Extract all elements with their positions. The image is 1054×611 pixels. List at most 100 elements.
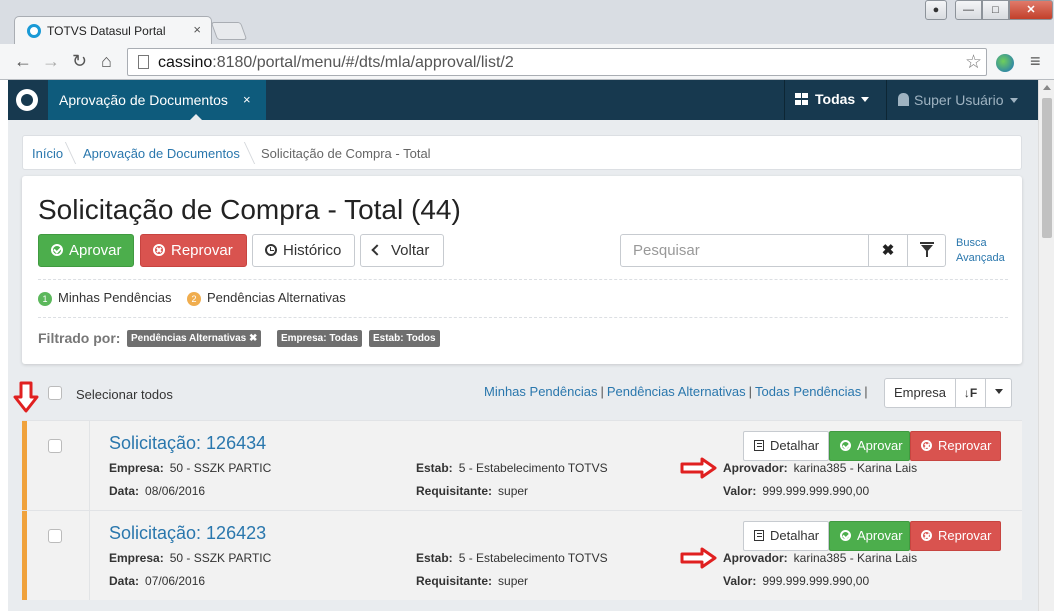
aprovar-item-label: Aprovar (857, 438, 903, 453)
search-group: ✖ (620, 234, 946, 267)
link-minhas-pendencias[interactable]: Minhas Pendências (484, 384, 597, 399)
request-checkbox[interactable] (48, 529, 62, 543)
empresa-value: 50 - SSZK PARTIC (169, 461, 272, 475)
historico-button[interactable]: Histórico (252, 234, 355, 267)
filter-label: Filtrado por: (38, 330, 121, 346)
aprovar-item-button[interactable]: Aprovar (829, 521, 910, 551)
profile-icon[interactable]: ● (925, 0, 947, 20)
x-circle-icon (921, 530, 932, 541)
totvs-logo-icon[interactable] (16, 89, 38, 111)
empresa-label: Empresa: (109, 461, 164, 475)
aprovar-item-label: Aprovar (857, 528, 903, 543)
requisitante-field: Requisitante: super (416, 484, 528, 498)
browser-tab-title: TOTVS Datasul Portal (47, 24, 166, 38)
filter-chip-empresa[interactable]: Empresa: Todas (277, 330, 363, 347)
filter-chip-estab[interactable]: Estab: Todos (369, 330, 440, 347)
todas-label: Todas (815, 91, 856, 107)
reprovar-button[interactable]: Reprovar (140, 234, 247, 267)
caret-down-icon (995, 389, 1003, 394)
close-window-button[interactable]: ✕ (1009, 0, 1053, 20)
valor-value: 999.999.999.990,00 (762, 574, 870, 588)
link-separator: | (600, 384, 604, 399)
reprovar-item-button[interactable]: Reprovar (910, 431, 1001, 461)
clear-search-icon[interactable]: ✖ (868, 235, 907, 266)
bookmark-star-icon[interactable]: ☆ (965, 51, 982, 74)
request-title-link[interactable]: Solicitação: 126423 (109, 523, 266, 544)
minimize-button[interactable]: — (955, 0, 982, 20)
maximize-button[interactable]: □ (982, 0, 1009, 20)
voltar-button[interactable]: Voltar (360, 234, 444, 267)
valor-value: 999.999.999.990,00 (762, 484, 870, 498)
filter-button[interactable] (907, 235, 945, 266)
data-label: Data: (109, 574, 140, 588)
requisitante-value: super (498, 484, 529, 498)
todas-menu[interactable]: Todas (795, 91, 870, 107)
browser-toolbar: ← → ↻ ⌂ cassino:8180/portal/menu/#/dts/m… (0, 44, 1054, 80)
filter-chip-pendencias[interactable]: Pendências Alternativas ✖ (127, 330, 262, 347)
totvs-favicon-icon (27, 24, 41, 38)
reprovar-item-label: Reprovar (938, 528, 992, 543)
estab-field: Estab: 5 - Estabelecimento TOTVS (416, 551, 608, 565)
page-icon (138, 55, 149, 69)
breadcrumb-aprovacao[interactable]: Aprovação de Documentos (83, 146, 240, 161)
url-text[interactable]: cassino:8180/portal/menu/#/dts/mla/appro… (158, 54, 514, 72)
link-separator: | (748, 384, 753, 399)
data-value: 07/06/2016 (145, 574, 206, 588)
busca-avancada-link[interactable]: Busca Avançada (956, 236, 1005, 266)
sort-field-button[interactable]: Empresa (885, 379, 955, 407)
aprovar-button[interactable]: Aprovar (38, 234, 134, 267)
url-path: :8180/portal/menu/#/dts/mla/approval/lis… (212, 54, 514, 71)
select-all-label: Selecionar todos (76, 387, 173, 402)
valor-label: Valor: (723, 574, 757, 588)
empresa-field: Empresa: 50 - SSZK PARTIC (109, 461, 271, 475)
clock-icon (265, 244, 277, 256)
scroll-up-icon[interactable] (1043, 85, 1051, 90)
sort-order-icon[interactable]: ↓F (955, 379, 985, 407)
browser-menu-icon[interactable]: ≡ (1030, 51, 1041, 72)
tab-close-icon[interactable]: × (193, 22, 201, 37)
card-divider (89, 421, 90, 510)
breadcrumb-current: Solicitação de Compra - Total (261, 146, 431, 161)
data-field: Data: 07/06/2016 (109, 574, 205, 588)
search-input[interactable] (621, 235, 869, 266)
extension-globe-icon[interactable] (996, 54, 1014, 72)
detalhar-button[interactable]: Detalhar (743, 431, 829, 461)
link-todas-pendencias[interactable]: Todas Pendências (755, 384, 861, 399)
valor-field: Valor: 999.999.999.990,00 (723, 574, 869, 588)
select-all-checkbox[interactable] (48, 386, 62, 400)
aprovar-item-button[interactable]: Aprovar (829, 431, 910, 461)
scroll-thumb[interactable] (1042, 98, 1052, 238)
legend-pendencias-alternativas: 2 Pendências Alternativas (187, 290, 346, 306)
legend-dot-2: 2 (187, 292, 201, 306)
document-icon (754, 440, 764, 451)
estab-label: Estab: (416, 551, 453, 565)
aprovador-label: Aprovador: (723, 551, 788, 565)
app-tab-close-icon[interactable]: × (243, 92, 251, 107)
reload-icon[interactable]: ↻ (72, 51, 87, 71)
new-tab-button[interactable] (210, 22, 248, 40)
divider (38, 317, 1008, 318)
address-bar[interactable]: cassino:8180/portal/menu/#/dts/mla/appro… (127, 48, 987, 76)
forward-arrow-icon[interactable]: → (42, 51, 60, 71)
annotation-arrow-right-icon (680, 457, 717, 479)
tab-aprovacao-documentos[interactable]: Aprovação de Documentos × (48, 80, 266, 120)
page-scrollbar[interactable] (1038, 80, 1054, 611)
detalhar-button[interactable]: Detalhar (743, 521, 829, 551)
pending-status-bar (22, 421, 27, 510)
back-arrow-icon[interactable]: ← (14, 51, 32, 71)
reprovar-item-button[interactable]: Reprovar (910, 521, 1001, 551)
user-menu[interactable]: Super Usuário (898, 92, 1018, 108)
link-pendencias-alternativas[interactable]: Pendências Alternativas (607, 384, 746, 399)
request-title-link[interactable]: Solicitação: 126434 (109, 433, 266, 454)
caret-down-icon (861, 97, 870, 102)
browser-titlebar: TOTVS Datasul Portal × ● — □ ✕ (0, 0, 1054, 44)
request-checkbox[interactable] (48, 439, 62, 453)
home-icon[interactable]: ⌂ (101, 51, 112, 71)
sort-dropdown-button[interactable] (985, 379, 1012, 407)
page-title: Solicitação de Compra - Total (44) (38, 194, 461, 225)
data-value: 08/06/2016 (145, 484, 206, 498)
requisitante-field: Requisitante: super (416, 574, 528, 588)
browser-tab[interactable]: TOTVS Datasul Portal × (14, 16, 212, 44)
check-circle-icon (840, 440, 851, 451)
divider (38, 279, 1008, 280)
